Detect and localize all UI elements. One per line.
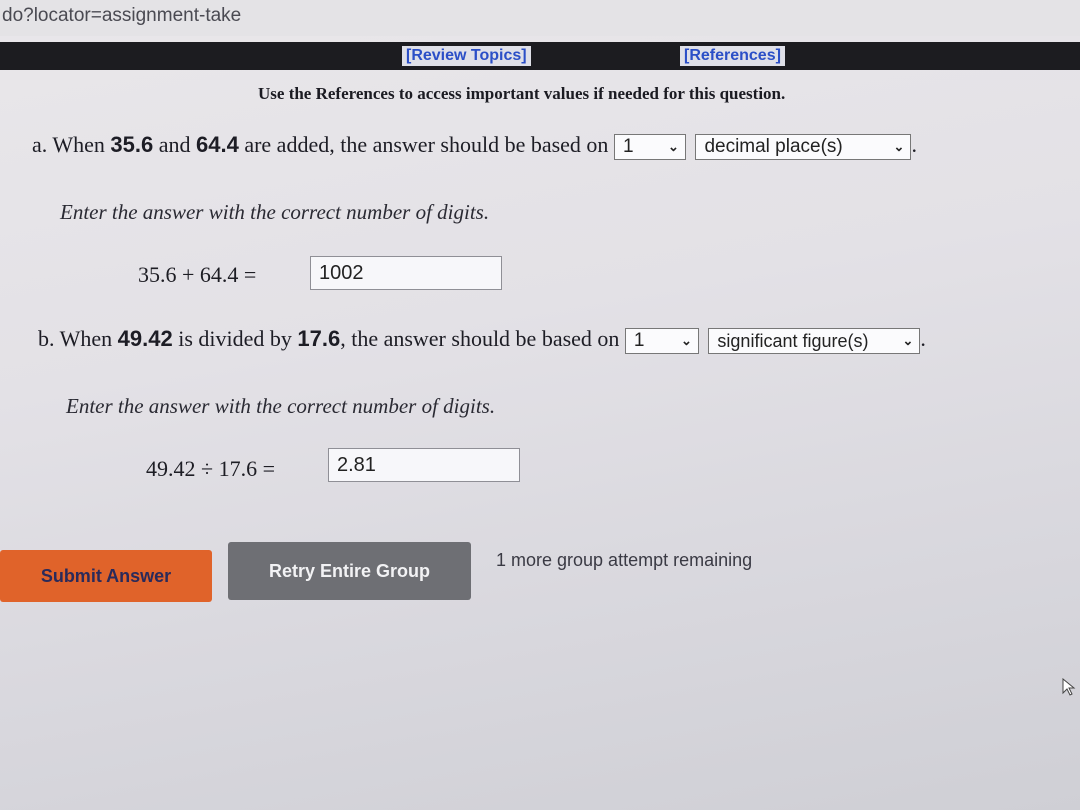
retry-entire-group-button[interactable]: Retry Entire Group [228, 542, 471, 600]
part-a-question: a. When 35.6 and 64.4 are added, the ans… [32, 132, 917, 160]
url-text: do?locator=assignment-take [2, 5, 242, 26]
chevron-down-icon: ⌄ [893, 138, 905, 154]
review-topics-link[interactable]: [Review Topics] [402, 46, 531, 66]
chevron-down-icon: ⌄ [681, 332, 692, 348]
part-a-count-value: 1 [622, 135, 634, 157]
chevron-down-icon: ⌄ [902, 332, 914, 348]
part-a-unit-select[interactable]: decimal place(s) ⌄ [695, 133, 912, 160]
part-b-prefix: b. When [38, 326, 118, 351]
part-a-answer-input[interactable]: 1002 [310, 256, 502, 290]
part-a-end: . [911, 132, 917, 157]
part-a-prefix: a. When [32, 132, 111, 157]
references-link[interactable]: [References] [680, 46, 785, 66]
part-b-suffix: , the answer should be based on [340, 326, 625, 351]
part-b-mid: is divided by [172, 326, 298, 351]
part-b-answer-input[interactable]: 2.81 [328, 448, 520, 482]
part-a-mid: and [153, 132, 196, 157]
part-b-unit-select[interactable]: significant figure(s) ⌄ [708, 327, 921, 354]
part-b-count-select[interactable]: 1 ⌄ [624, 327, 699, 354]
references-instruction: Use the References to access important v… [258, 84, 786, 103]
part-b-num1: 49.42 [117, 326, 173, 351]
address-bar[interactable]: do?locator=assignment-take [0, 0, 1080, 36]
part-b-equation: 49.42 ÷ 17.6 = [146, 456, 275, 481]
submit-answer-button[interactable]: Submit Answer [0, 550, 212, 602]
part-b-num2: 17.6 [297, 326, 341, 351]
part-a-count-select[interactable]: 1 ⌄ [613, 133, 686, 160]
part-a-unit-value: decimal place(s) [704, 135, 843, 157]
chevron-down-icon: ⌄ [668, 138, 679, 154]
part-a-suffix: are added, the answer should be based on [238, 132, 614, 157]
part-b-hint: Enter the answer with the correct number… [66, 394, 496, 418]
part-a-num2: 64.4 [196, 132, 239, 157]
part-b-question: b. When 49.42 is divided by 17.6, the an… [38, 326, 926, 354]
part-a-num1: 35.6 [110, 132, 154, 157]
part-a-hint: Enter the answer with the correct number… [60, 200, 490, 224]
part-a-equation: 35.6 + 64.4 = [138, 262, 257, 287]
question-toolbar: [Review Topics] [References] [0, 42, 1080, 70]
part-b-unit-value: significant figure(s) [717, 330, 869, 351]
part-b-end: . [920, 326, 926, 351]
attempts-remaining-text: 1 more group attempt remaining [496, 550, 753, 570]
mouse-pointer-icon [1062, 678, 1076, 696]
part-b-count-value: 1 [633, 329, 645, 351]
